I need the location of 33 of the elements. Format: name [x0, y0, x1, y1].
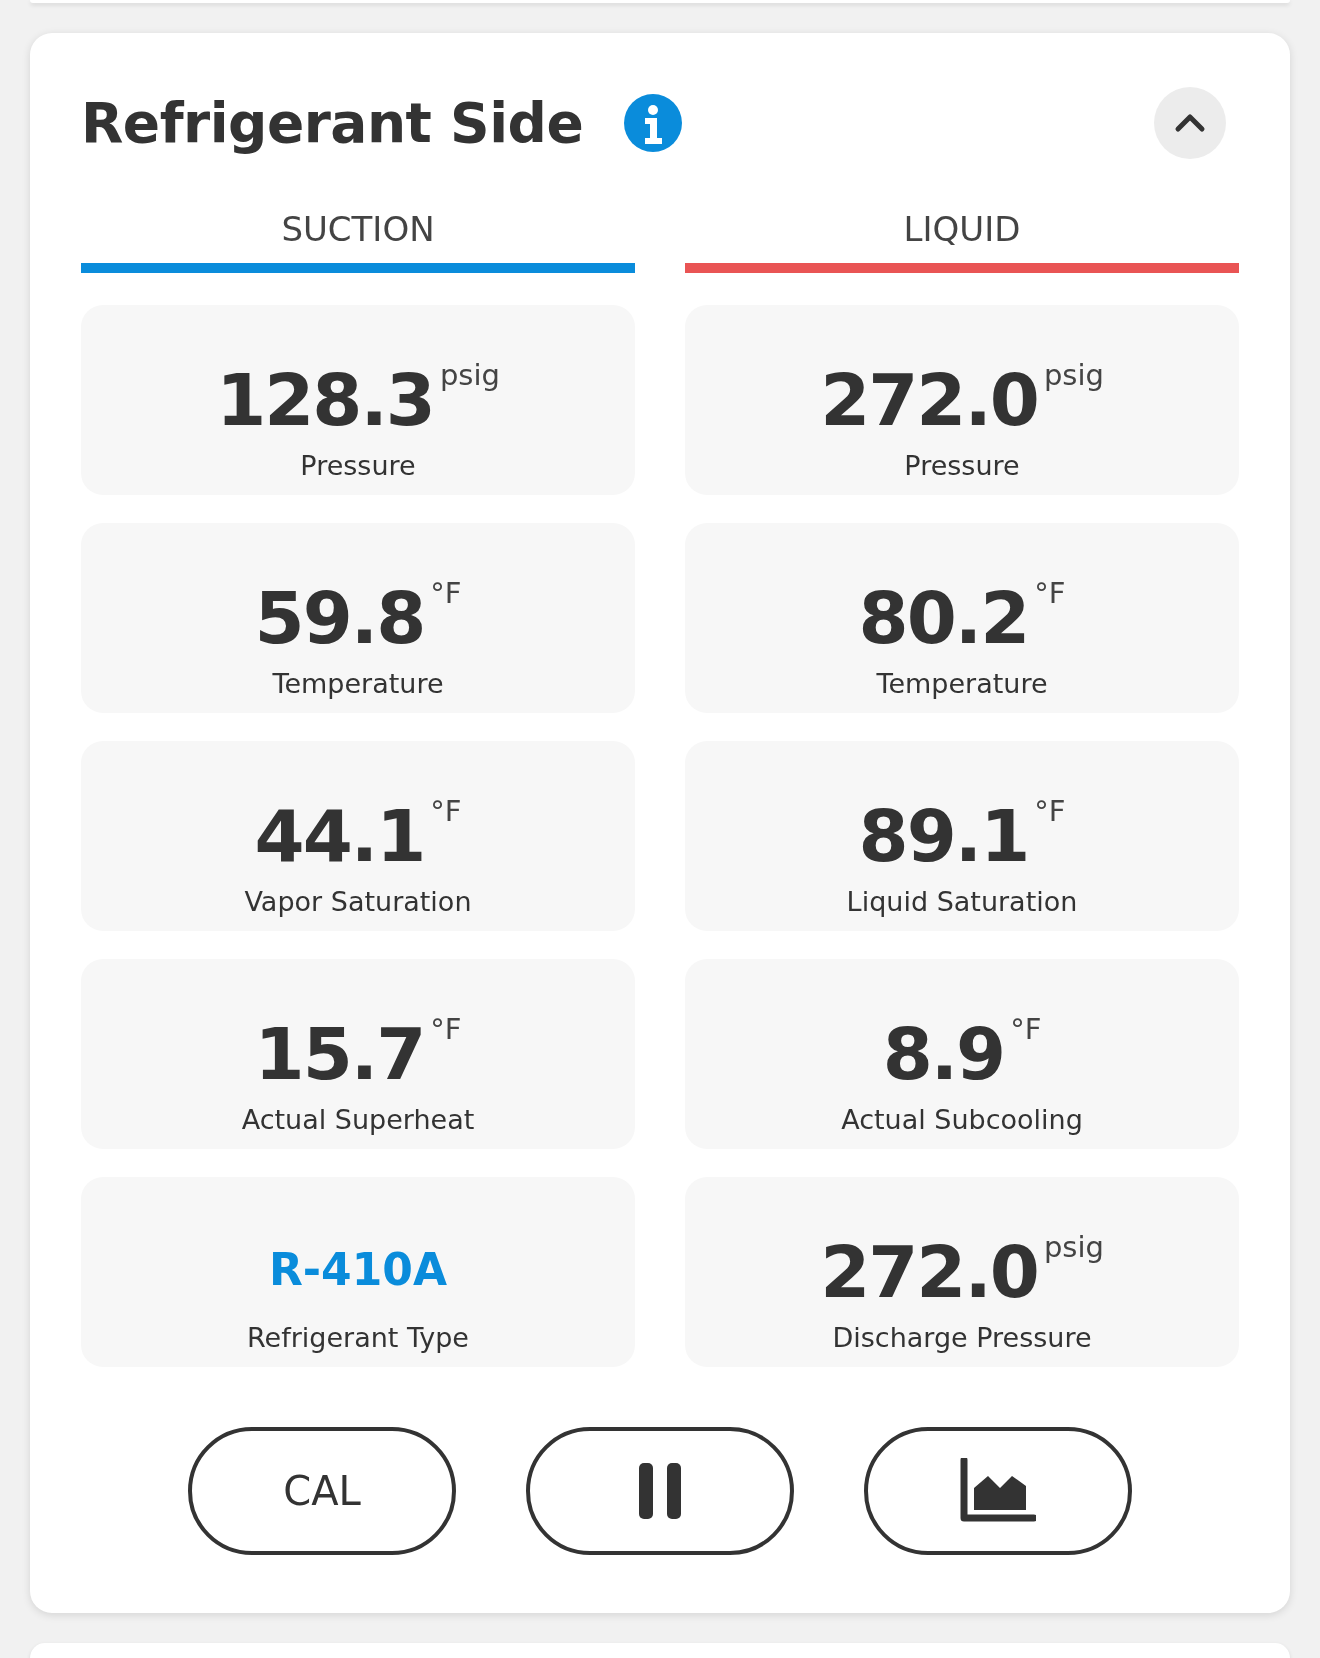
reading-value: 8.9 [882, 1018, 1005, 1090]
section-title: Refrigerant Side [81, 91, 584, 155]
cal-button[interactable]: CAL [188, 1427, 456, 1555]
reading-value: 15.7 [254, 1018, 425, 1090]
reading-label: Temperature [272, 668, 444, 699]
reading-label: Discharge Pressure [832, 1322, 1092, 1353]
unit-label: °F [1010, 1012, 1042, 1046]
unit-label: °F [1034, 794, 1066, 828]
unit-label: °F [430, 794, 462, 828]
unit-label: °F [430, 576, 462, 610]
reading-label: Actual Subcooling [841, 1104, 1083, 1135]
reading-label: Liquid Saturation [846, 886, 1078, 917]
reading-label: Pressure [904, 450, 1020, 481]
reading-value: 272.0 [820, 364, 1038, 436]
reading-value: 272.0 [820, 1236, 1038, 1308]
reading-label: Pressure [300, 450, 416, 481]
reading-label: Temperature [876, 668, 1048, 699]
unit-label: psig [1043, 358, 1104, 392]
unit-label: psig [439, 358, 500, 392]
unit-label: °F [430, 1012, 462, 1046]
reading-label: Refrigerant Type [247, 1322, 469, 1353]
area-chart-icon [960, 1458, 1036, 1524]
reading-value: 80.2 [858, 582, 1029, 654]
reading-value: 59.8 [254, 582, 425, 654]
reading-value: 44.1 [254, 800, 425, 872]
unit-label: psig [1043, 1230, 1104, 1264]
reading-value: 89.1 [858, 800, 1029, 872]
reading-label: Actual Superheat [241, 1104, 475, 1135]
reading-value: 128.3 [216, 364, 434, 436]
reading-label: Vapor Saturation [244, 886, 472, 917]
info-icon[interactable] [623, 93, 684, 153]
unit-label: °F [1034, 576, 1066, 610]
pause-icon [637, 1461, 683, 1521]
